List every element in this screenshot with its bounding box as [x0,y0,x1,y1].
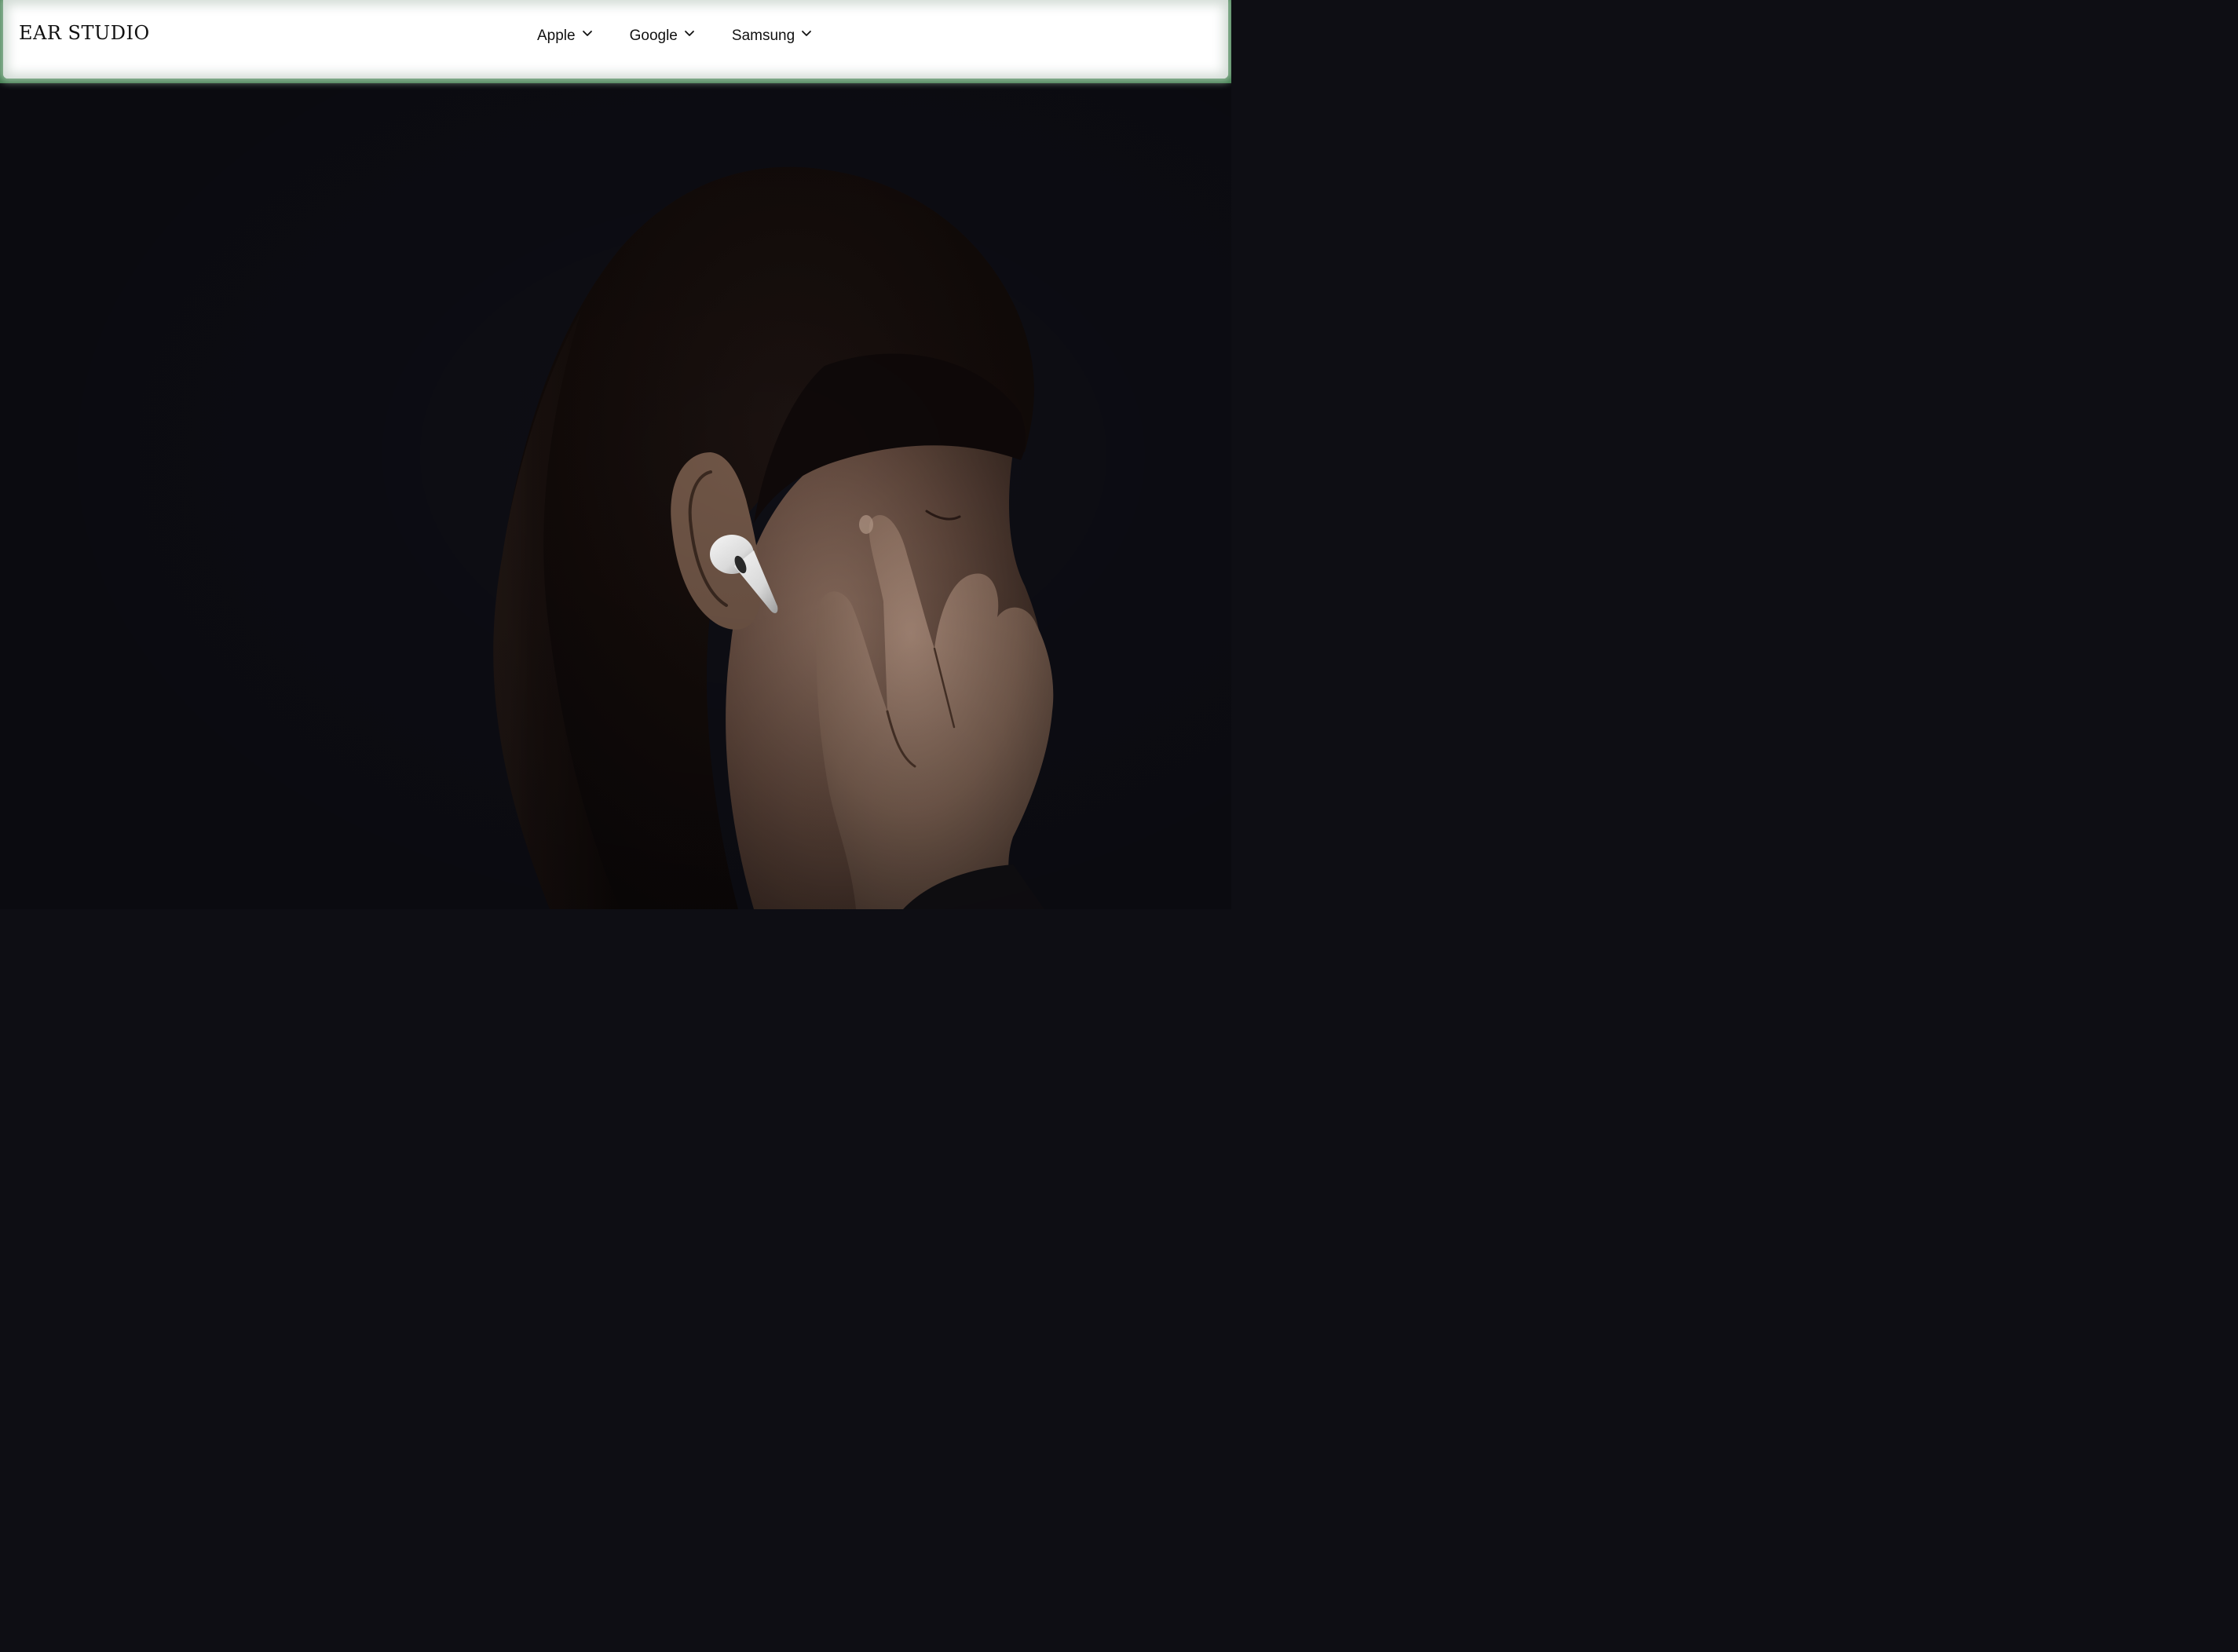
site-header: EAR STUDIO Apple Google Samsung [0,0,1231,83]
nav-item-label: Google [629,27,678,44]
hero-image [0,83,1231,909]
nav-item-apple[interactable]: Apple [537,25,593,47]
nav-item-label: Samsung [731,27,795,44]
hero-section [0,83,1231,909]
nav-item-google[interactable]: Google [630,25,695,47]
chevron-down-icon [582,31,592,36]
header-bar: EAR STUDIO Apple Google Samsung [3,0,1228,79]
nav-item-samsung[interactable]: Samsung [732,25,812,47]
nav-item-label: Apple [537,27,576,44]
site-logo[interactable]: EAR STUDIO [19,22,150,44]
page: EAR STUDIO Apple Google Samsung [0,0,1231,909]
main-nav: Apple Google Samsung [537,25,812,47]
chevron-down-icon [684,31,694,36]
chevron-down-icon [802,31,812,36]
